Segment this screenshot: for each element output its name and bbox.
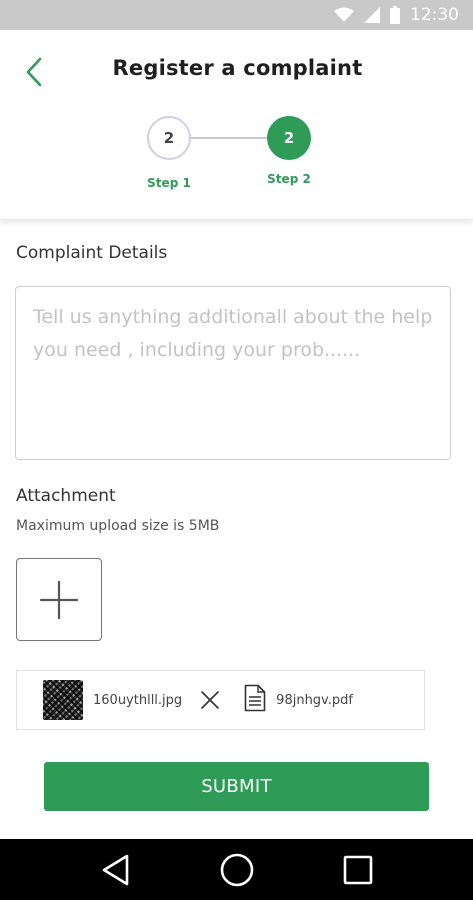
upload-size-hint: Maximum upload size is 5MB xyxy=(16,518,220,534)
navigation-bar xyxy=(0,839,473,900)
step-1-label: Step 1 xyxy=(147,176,191,190)
complaint-details-input[interactable] xyxy=(15,286,451,460)
step-connector xyxy=(190,137,268,139)
complaint-details-title: Complaint Details xyxy=(16,243,168,263)
status-time: 12:30 xyxy=(410,5,459,25)
document-icon xyxy=(244,684,266,716)
status-bar: 12:30 xyxy=(0,0,473,30)
stepper: 2 2 Step 1 Step 2 xyxy=(0,116,473,196)
attached-file-name: 160uythlll.jpg xyxy=(93,692,183,708)
page-title: Register a complaint xyxy=(112,56,363,80)
app-header: Register a complaint 2 2 Step 1 Step 2 xyxy=(0,30,473,220)
wifi-icon xyxy=(334,7,354,23)
add-attachment-button[interactable] xyxy=(16,558,102,641)
attached-files-list: 160uythlll.jpg 98jnhgv.pdf xyxy=(16,670,425,730)
image-thumbnail xyxy=(43,680,83,720)
nav-back-icon xyxy=(102,854,128,885)
close-icon xyxy=(201,691,219,709)
nav-recents-icon xyxy=(343,855,372,884)
signal-icon xyxy=(364,7,380,23)
attached-file-name: 98jnhgv.pdf xyxy=(276,692,353,708)
step-2-label: Step 2 xyxy=(267,172,311,186)
nav-home-button[interactable] xyxy=(213,846,261,894)
step-2-circle[interactable]: 2 xyxy=(267,116,311,160)
attachment-title: Attachment xyxy=(16,486,116,506)
submit-button[interactable]: SUBMIT xyxy=(44,762,429,811)
remove-file-button[interactable] xyxy=(198,688,222,712)
battery-icon xyxy=(390,6,400,24)
nav-home-icon xyxy=(220,853,253,886)
step-1-circle[interactable]: 2 xyxy=(147,116,191,160)
nav-recents-button[interactable] xyxy=(334,846,382,894)
nav-back-button[interactable] xyxy=(92,846,140,894)
plus-icon xyxy=(39,580,79,619)
